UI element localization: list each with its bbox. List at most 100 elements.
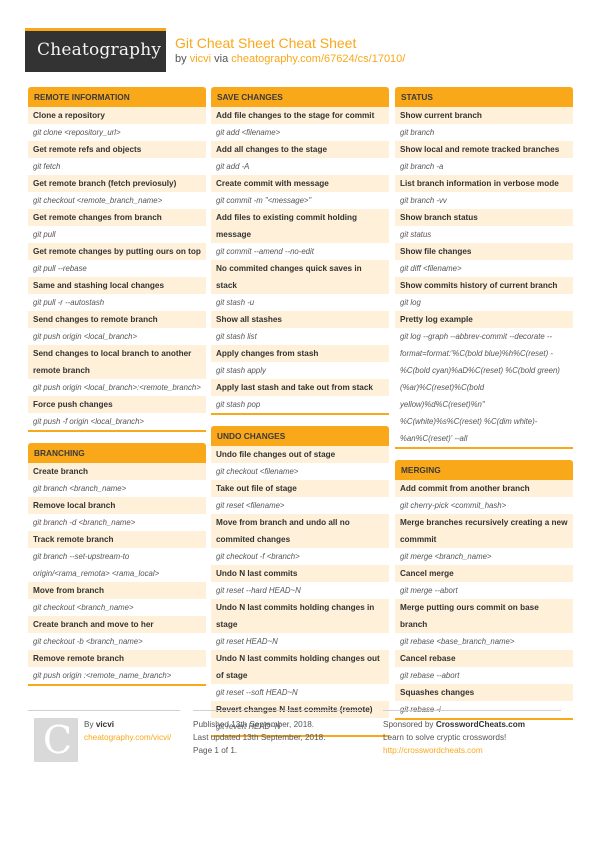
- sponsor-tagline: Learn to solve cryptic crosswords!: [383, 733, 507, 742]
- command-description: Create commit with message: [211, 175, 389, 192]
- command-code: git branch -a: [395, 158, 573, 175]
- author-info: By vicvi cheatography.com/vicvi/: [84, 718, 171, 744]
- section-status: STATUS Show current branch git branch Show …: [395, 87, 573, 449]
- footer-author-name: vicvi: [95, 720, 115, 729]
- command-description: Track remote branch: [28, 531, 206, 548]
- command-code: git reset <filename>: [211, 497, 389, 514]
- cheatography-logo[interactable]: Cheatography: [25, 28, 166, 72]
- by-label: By: [84, 720, 94, 729]
- title-block: Git Cheat Sheet Cheat Sheet by vicvi via…: [175, 35, 405, 66]
- command-description: Merge putting ours commit on base branch: [395, 599, 573, 633]
- command-code: git commit --amend --no-edit: [211, 243, 389, 260]
- command-code: git pull --rebase: [28, 260, 206, 277]
- command-code: git merge <branch_name>: [395, 548, 573, 565]
- command-code: git pull: [28, 226, 206, 243]
- command-description: Move from branch: [28, 582, 206, 599]
- command-code: git stash -u: [211, 294, 389, 311]
- command-description: Same and stashing local changes: [28, 277, 206, 294]
- command-description: Show branch status: [395, 209, 573, 226]
- section-heading: MERGING: [395, 460, 573, 480]
- command-code: git pull -r --autostash: [28, 294, 206, 311]
- command-description: Remove remote branch: [28, 650, 206, 667]
- command-description: Cancel merge: [395, 565, 573, 582]
- section-heading: STATUS: [395, 87, 573, 107]
- command-code: git checkout -f <branch>: [211, 548, 389, 565]
- sheet-url-link[interactable]: cheatography.com/67624/cs/17010/: [231, 53, 405, 65]
- command-code: git stash apply: [211, 362, 389, 379]
- command-description: Undo N last commits holding changes out …: [211, 650, 389, 684]
- by-prefix: by: [175, 53, 187, 65]
- command-description: Take out file of stage: [211, 480, 389, 497]
- command-code: git clone <repository_url>: [28, 124, 206, 141]
- section-save-changes: SAVE CHANGES Add file changes to the stag…: [211, 87, 389, 415]
- command-code: git add <filename>: [211, 124, 389, 141]
- sheet-title[interactable]: Git Cheat Sheet Cheat Sheet: [175, 35, 405, 51]
- command-description: Move from branch and undo all no commite…: [211, 514, 389, 548]
- page-header: Cheatography Git Cheat Sheet Cheat Sheet…: [25, 28, 585, 74]
- command-description: Undo N last commits holding changes in s…: [211, 599, 389, 633]
- command-description: Get remote changes by putting ours on to…: [28, 243, 206, 260]
- command-description: Add commit from another branch: [395, 480, 573, 497]
- footer-publish-info: Published 13th September, 2018. Last upd…: [193, 710, 363, 757]
- logo-text: Cheatography: [37, 40, 162, 60]
- section-undo-changes: UNDO CHANGES Undo file changes out of sta…: [211, 426, 389, 737]
- section-branching: BRANCHING Create branch git branch <branch…: [28, 443, 206, 686]
- command-code: git branch <branch_name>: [28, 480, 206, 497]
- command-description: Force push changes: [28, 396, 206, 413]
- command-code: git log --graph --abbrev-commit --decora…: [395, 328, 573, 447]
- command-description: Undo N last commits: [211, 565, 389, 582]
- command-description: Show local and remote tracked branches: [395, 141, 573, 158]
- column-2: SAVE CHANGES Add file changes to the stag…: [211, 87, 389, 748]
- command-description: Squashes changes: [395, 684, 573, 701]
- sponsor-link[interactable]: http://crosswordcheats.com: [383, 744, 561, 757]
- avatar-letter: C: [43, 718, 73, 762]
- command-code: git stash list: [211, 328, 389, 345]
- command-code: git fetch: [28, 158, 206, 175]
- author-avatar: C: [34, 718, 78, 762]
- command-code: git push origin :<remote_name_branch>: [28, 667, 206, 684]
- author-link[interactable]: vicvi: [190, 53, 211, 65]
- section-heading: BRANCHING: [28, 443, 206, 463]
- command-code: git rebase --abort: [395, 667, 573, 684]
- command-code: git reset --hard HEAD~N: [211, 582, 389, 599]
- command-description: Undo file changes out of stage: [211, 446, 389, 463]
- command-code: git push origin <local_branch>:<remote_b…: [28, 379, 206, 396]
- command-code: git log: [395, 294, 573, 311]
- published-date: Published 13th September, 2018.: [193, 720, 315, 729]
- command-description: Send changes to local branch to another …: [28, 345, 206, 379]
- command-code: git rebase <base_branch_name>: [395, 633, 573, 650]
- command-description: List branch information in verbose mode: [395, 175, 573, 192]
- command-code: git checkout <remote_branch_name>: [28, 192, 206, 209]
- command-description: Show file changes: [395, 243, 573, 260]
- command-description: No commited changes quick saves in stack: [211, 260, 389, 294]
- command-description: Add all changes to the stage: [211, 141, 389, 158]
- command-description: Send changes to remote branch: [28, 311, 206, 328]
- sponsor-prefix: Sponsored by: [383, 720, 434, 729]
- command-code: git checkout <branch_name>: [28, 599, 206, 616]
- sponsor-line: Sponsored by CrosswordCheats.com: [383, 718, 561, 731]
- command-description: Show all stashes: [211, 311, 389, 328]
- command-description: Pretty log example: [395, 311, 573, 328]
- command-code: git reset HEAD~N: [211, 633, 389, 650]
- command-code: git cherry-pick <commit_hash>: [395, 497, 573, 514]
- command-description: Create branch: [28, 463, 206, 480]
- command-description: Merge branches recursively creating a ne…: [395, 514, 573, 548]
- sponsor-name: CrosswordCheats.com: [435, 720, 525, 729]
- updated-date: Last updated 13th September, 2018.: [193, 733, 326, 742]
- section-heading: UNDO CHANGES: [211, 426, 389, 446]
- command-description: Show current branch: [395, 107, 573, 124]
- byline: by vicvi via cheatography.com/67624/cs/1…: [175, 52, 405, 66]
- column-3: STATUS Show current branch git branch Show …: [395, 87, 573, 731]
- command-description: Show commits history of current branch: [395, 277, 573, 294]
- footer-author: C By vicvi cheatography.com/vicvi/: [28, 710, 180, 762]
- command-description: Clone a repository: [28, 107, 206, 124]
- command-description: Apply last stash and take out from stack: [211, 379, 389, 396]
- command-description: Get remote changes from branch: [28, 209, 206, 226]
- section-heading: REMOTE INFORMATION: [28, 87, 206, 107]
- author-profile-link[interactable]: cheatography.com/vicvi/: [84, 731, 171, 744]
- command-code: git branch -vv: [395, 192, 573, 209]
- command-code: git checkout -b <branch_name>: [28, 633, 206, 650]
- column-1: REMOTE INFORMATION Clone a repository git …: [28, 87, 206, 697]
- command-code: git add -A: [211, 158, 389, 175]
- command-code: git diff <filename>: [395, 260, 573, 277]
